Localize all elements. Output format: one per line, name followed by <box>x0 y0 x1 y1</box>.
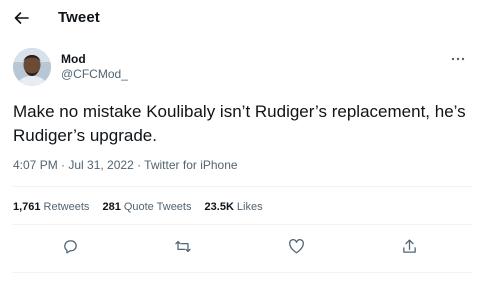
more-options-icon <box>451 57 465 61</box>
heart-icon <box>288 239 304 254</box>
author-handle[interactable]: @CFCMod_ <box>61 67 128 81</box>
tweet-text: Make no mistake Koulibaly isn’t Rudiger’… <box>13 102 466 145</box>
tweet-header: Tweet <box>0 0 484 36</box>
divider <box>13 224 472 225</box>
divider <box>13 186 472 187</box>
tweet-actions <box>0 236 484 258</box>
retweet-button[interactable] <box>173 236 193 256</box>
likes-count: 23.5K <box>204 201 234 213</box>
tweet-meta[interactable]: 4:07 PM · Jul 31, 2022 · Twitter for iPh… <box>13 158 238 172</box>
likes-label: Likes <box>236 201 263 213</box>
divider <box>13 272 472 273</box>
reply-button[interactable] <box>60 236 80 256</box>
retweets-label: Retweets <box>43 201 90 213</box>
retweets-stat[interactable]: 1,761 Retweets <box>13 201 89 213</box>
reply-icon <box>63 239 77 254</box>
engagement-stats: 1,761 Retweets 281 Quote Tweets 23.5K Likes <box>13 201 273 213</box>
back-button[interactable] <box>13 10 29 26</box>
retweets-count: 1,761 <box>13 201 41 213</box>
likes-stat[interactable]: 23.5K Likes <box>205 201 263 213</box>
author-name[interactable]: Mod <box>61 52 86 66</box>
share-icon <box>402 238 416 253</box>
quote-tweets-count: 281 <box>102 201 121 213</box>
like-button[interactable] <box>286 236 306 256</box>
page-title: Tweet <box>58 9 100 26</box>
more-options-button[interactable] <box>450 54 466 64</box>
retweet-icon <box>175 240 191 252</box>
quote-tweets-label: Quote Tweets <box>123 201 192 213</box>
quote-tweets-stat[interactable]: 281 Quote Tweets <box>102 201 191 213</box>
share-button[interactable] <box>399 236 419 256</box>
arrow-left-icon <box>14 12 29 24</box>
avatar[interactable] <box>13 48 51 86</box>
